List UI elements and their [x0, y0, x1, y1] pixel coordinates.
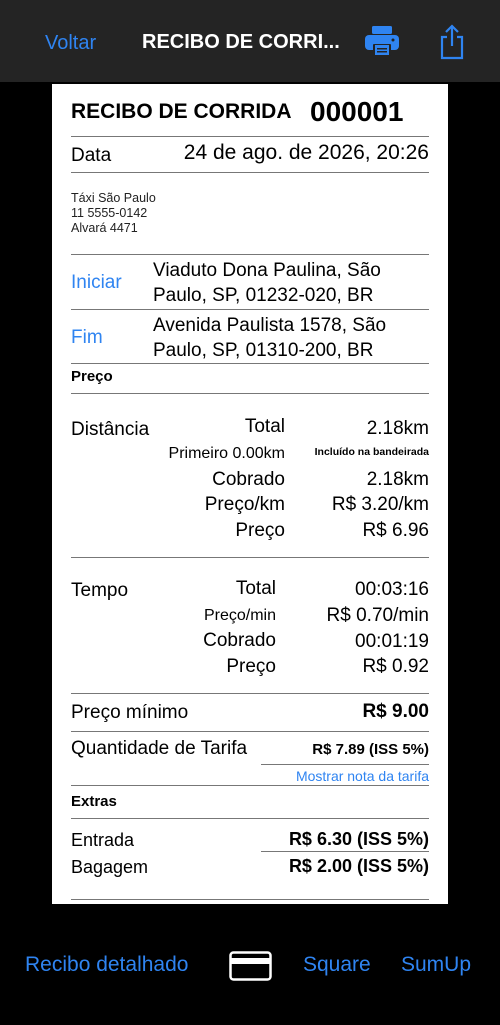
time-label: Tempo	[71, 580, 129, 601]
bottom-toolbar: Recibo detalhado Square SumUp	[0, 905, 500, 1025]
company-license: Alvará 4471	[71, 221, 138, 235]
minimum-price-value: R$ 9.00	[362, 701, 429, 722]
divider	[71, 818, 429, 819]
show-fare-note-link[interactable]: Mostrar nota da tarifa	[296, 768, 429, 784]
divider	[71, 172, 429, 173]
divider	[71, 254, 429, 255]
distance-charged-label: Cobrado	[212, 469, 285, 490]
divider	[71, 785, 429, 786]
company-name: Táxi São Paulo	[71, 191, 156, 205]
company-phone: 11 5555-0142	[71, 206, 148, 220]
price-section-title: Preço	[71, 368, 113, 385]
time-charged-label: Cobrado	[203, 630, 276, 651]
receipt-number: 000001	[310, 96, 404, 127]
minimum-price-label: Preço mínimo	[71, 702, 189, 723]
square-button[interactable]: Square	[303, 953, 371, 977]
receipt-title: RECIBO DE CORRIDA	[71, 100, 292, 123]
end-label: Fim	[71, 327, 103, 348]
distance-price-label: Preço	[235, 520, 285, 541]
divider	[71, 309, 429, 310]
luggage-value: R$ 2.00 (ISS 5%)	[288, 856, 429, 876]
divider	[261, 764, 429, 765]
distance-total-value: 2.18km	[366, 418, 429, 439]
distance-price-value: R$ 6.96	[362, 520, 429, 541]
start-label: Iniciar	[71, 272, 122, 293]
entry-label: Entrada	[71, 830, 135, 850]
time-price-value: R$ 0.92	[362, 656, 429, 677]
divider	[71, 557, 429, 558]
end-address: Avenida Paulista 1578, São Paulo, SP, 01…	[153, 315, 387, 361]
time-charged-value: 00:01:19	[355, 631, 429, 652]
page-title: RECIBO DE CORRI...	[142, 31, 340, 53]
fare-value: R$ 7.89 (ISS 5%)	[312, 741, 429, 758]
distance-total-label: Total	[244, 416, 285, 437]
divider	[261, 851, 429, 852]
time-total-label: Total	[235, 578, 276, 599]
time-rate-label: Preço/min	[203, 607, 276, 624]
extras-section-title: Extras	[71, 793, 117, 810]
credit-card-icon[interactable]	[229, 951, 272, 981]
entry-value: R$ 6.30 (ISS 5%)	[288, 829, 429, 849]
time-price-label: Preço	[226, 656, 276, 677]
time-total-value: 00:03:16	[355, 579, 429, 600]
divider	[71, 731, 429, 732]
start-address: Viaduto Dona Paulina, São Paulo, SP, 012…	[153, 260, 381, 306]
divider	[71, 363, 429, 364]
luggage-label: Bagagem	[71, 857, 149, 877]
divider	[71, 136, 429, 137]
distance-rate-value: R$ 3.20/km	[331, 494, 429, 515]
distance-rate-label: Preço/km	[204, 494, 285, 515]
divider	[71, 899, 429, 900]
navigation-bar: Voltar RECIBO DE CORRI...	[0, 0, 500, 82]
date-value: 24 de ago. de 2026, 20:26	[183, 141, 429, 164]
receipt-paper: RECIBO DE CORRIDA 000001 Data 24 de ago.…	[52, 84, 448, 904]
divider	[71, 693, 429, 694]
distance-first-value: Incluído na bandeirada	[314, 446, 429, 458]
share-icon[interactable]	[438, 24, 466, 60]
sumup-button[interactable]: SumUp	[401, 953, 471, 977]
divider	[71, 393, 429, 394]
detailed-receipt-button[interactable]: Recibo detalhado	[25, 953, 188, 977]
printer-icon[interactable]	[364, 24, 400, 58]
fare-label: Quantidade de Tarifa	[71, 738, 248, 759]
date-label: Data	[71, 145, 112, 166]
distance-charged-value: 2.18km	[366, 469, 429, 490]
time-rate-value: R$ 0.70/min	[326, 605, 429, 626]
distance-first-label: Primeiro 0.00km	[168, 445, 285, 462]
back-button[interactable]: Voltar	[45, 32, 96, 55]
distance-label: Distância	[71, 419, 150, 440]
